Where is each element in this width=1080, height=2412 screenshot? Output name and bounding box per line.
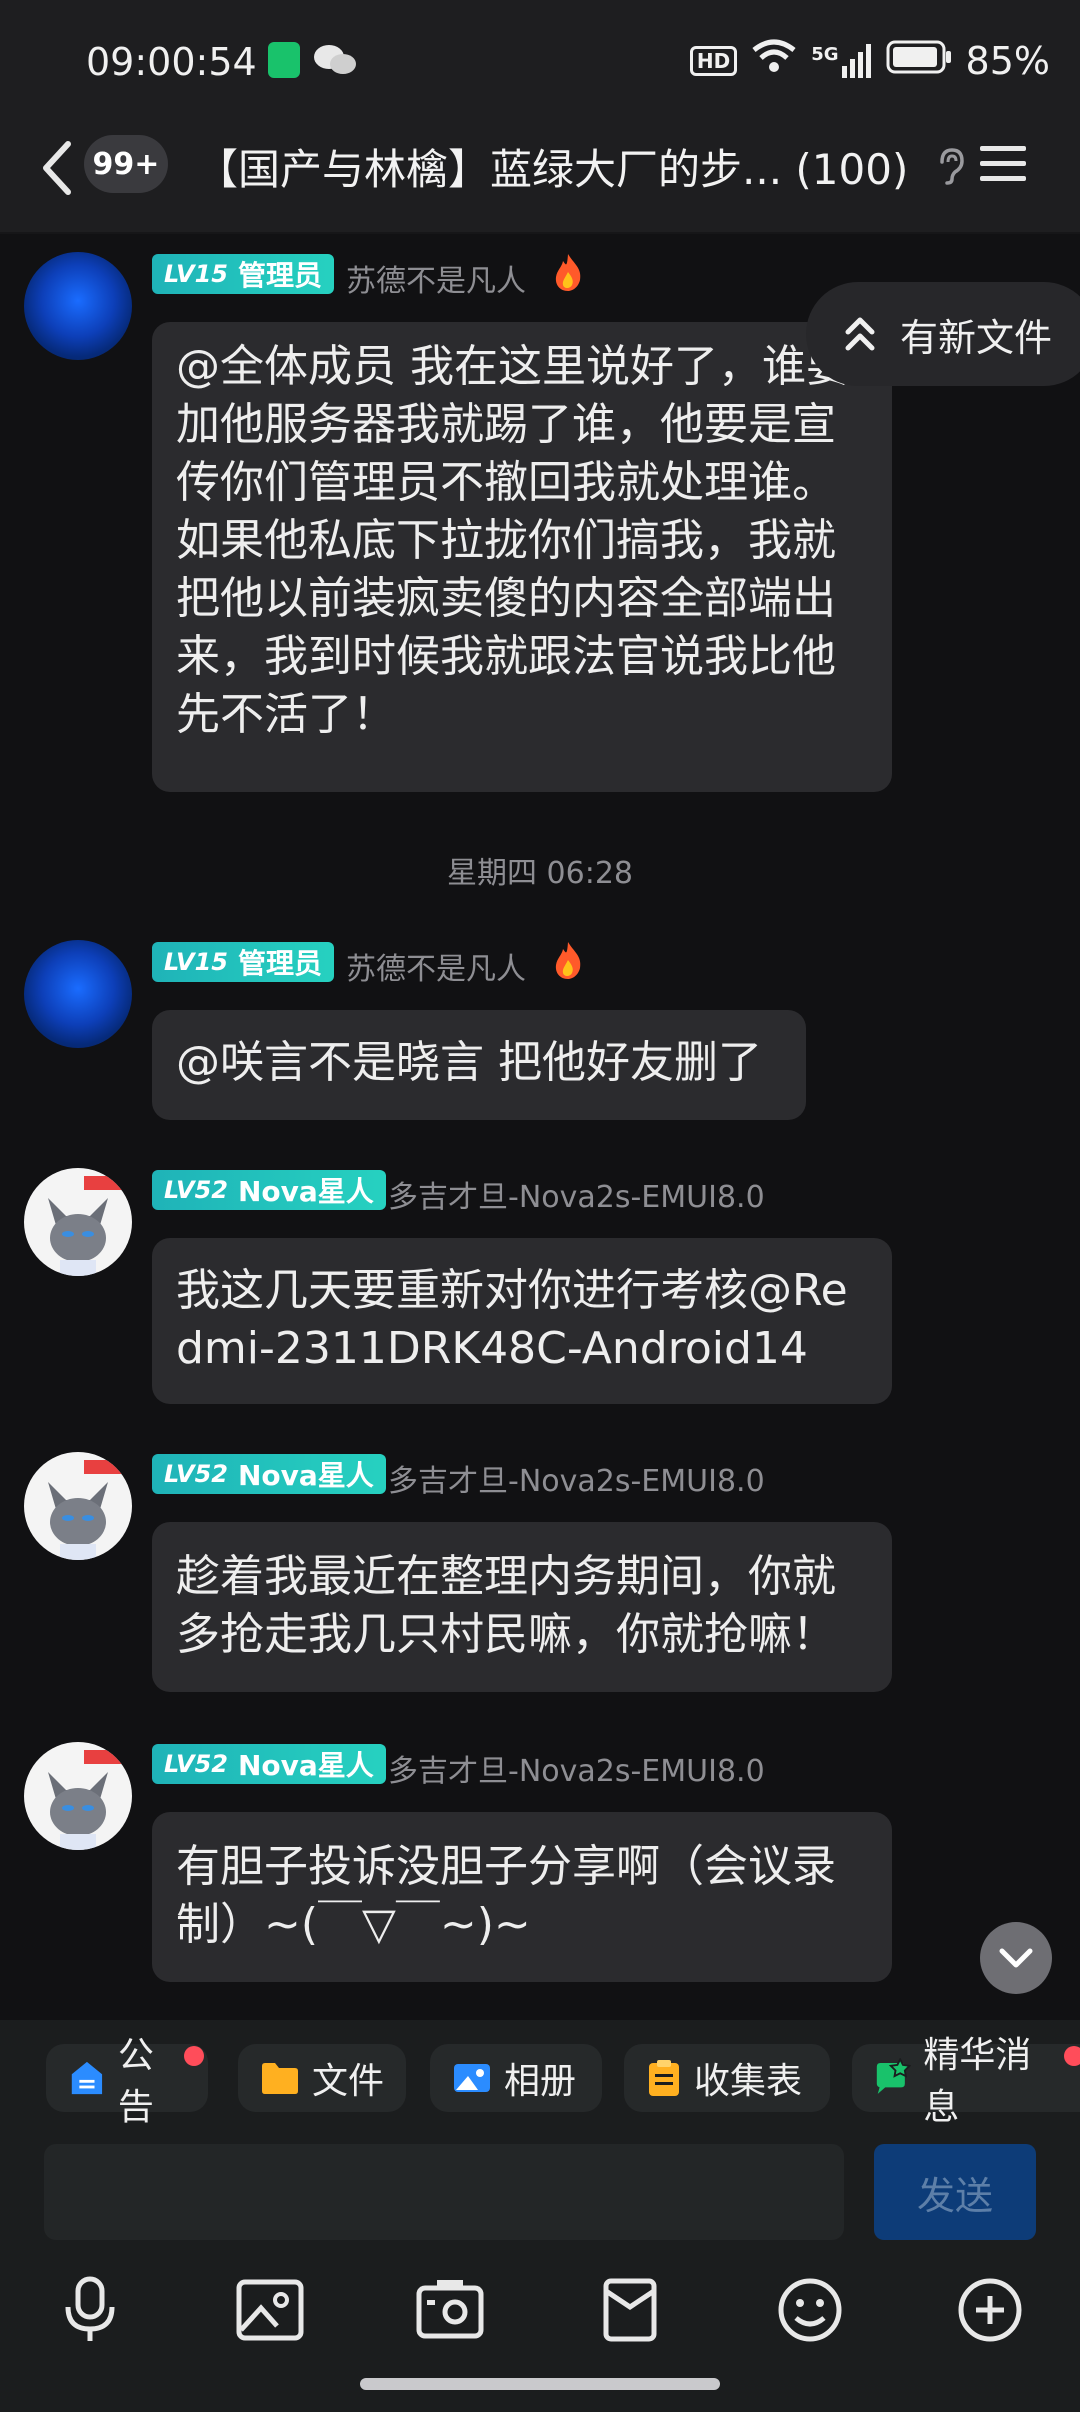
- avatar[interactable]: [24, 1452, 132, 1560]
- avatar[interactable]: [24, 1742, 132, 1850]
- battery-percent: 85%: [965, 38, 1050, 83]
- back-button[interactable]: [36, 138, 80, 198]
- role-text: Nova星人: [237, 1459, 374, 1492]
- role-text: Nova星人: [237, 1749, 374, 1782]
- fire-icon: [550, 940, 586, 984]
- toolbar-album[interactable]: 相册: [430, 2044, 602, 2112]
- role-text: 管理员: [237, 259, 322, 292]
- avatar[interactable]: [24, 252, 132, 360]
- message-bubble[interactable]: 有胆子投诉没胆子分享啊（会议录制）~(￣▽￣~)~: [152, 1812, 892, 1982]
- sender-name[interactable]: 多吉才旦-Nova2s-EMUI8.0: [388, 1746, 765, 1790]
- new-file-notice[interactable]: 有新文件: [806, 282, 1080, 386]
- toolbar-files[interactable]: 文件: [238, 2044, 406, 2112]
- chevron-down-icon: [999, 1948, 1033, 1968]
- message-input[interactable]: [44, 2144, 844, 2240]
- battery-icon: [886, 39, 952, 83]
- featured-message-icon: [876, 2058, 912, 2094]
- unread-count-badge[interactable]: 99+: [84, 135, 168, 193]
- emoji-icon[interactable]: [772, 2272, 848, 2348]
- signal-5g-icon: 5G: [811, 43, 871, 78]
- battery-saver-icon: [268, 42, 300, 78]
- level-badge: LV15 管理员: [152, 942, 334, 982]
- album-icon: [454, 2064, 490, 2092]
- level-badge: LV15 管理员: [152, 254, 334, 294]
- home-indicator: [360, 2378, 720, 2390]
- toolbar-featured[interactable]: 精华消息: [852, 2035, 1080, 2128]
- image-icon[interactable]: [232, 2272, 308, 2348]
- message-bubble[interactable]: 趁着我最近在整理内务期间，你就多抢走我几只村民嘛，你就抢嘛！: [152, 1522, 892, 1692]
- sender-name[interactable]: 苏德不是凡人: [346, 256, 526, 300]
- level-text: LV15: [164, 948, 228, 976]
- double-chevron-up-icon: [845, 317, 875, 351]
- clipboard-icon: [649, 2060, 679, 2096]
- level-text: LV52: [164, 1460, 228, 1488]
- menu-icon[interactable]: [980, 144, 1026, 188]
- message-bubble[interactable]: @咲言不是晓言 把他好友删了: [152, 1010, 806, 1120]
- fire-icon: [550, 252, 586, 296]
- sender-name[interactable]: 多吉才旦-Nova2s-EMUI8.0: [388, 1456, 765, 1500]
- scroll-to-bottom-button[interactable]: [980, 1922, 1052, 1994]
- new-file-label: 有新文件: [900, 315, 1053, 360]
- announcement-icon: [71, 2061, 103, 2095]
- role-text: Nova星人: [237, 1175, 374, 1208]
- cat-avatar-icon: [48, 1176, 124, 1276]
- message-bubble[interactable]: @全体成员 我在这里说好了，谁要加他服务器我就踢了谁，他要是宣传你们管理员不撤回…: [152, 322, 892, 792]
- cat-avatar-icon: [48, 1460, 124, 1560]
- avatar[interactable]: [24, 1168, 132, 1276]
- time-separator: 星期四 06:28: [447, 856, 633, 891]
- files-label: 文件: [312, 2061, 385, 2102]
- toolbar-form[interactable]: 收集表: [624, 2044, 830, 2112]
- role-text: 管理员: [237, 947, 322, 980]
- level-text: LV15: [164, 260, 228, 288]
- status-time: 09:00:54: [86, 40, 257, 84]
- notification-dot: [184, 2046, 204, 2066]
- cat-avatar-icon: [48, 1750, 124, 1850]
- message-bubble[interactable]: 我这几天要重新对你进行考核@Redmi-2311DRK48C-Android14: [152, 1238, 892, 1404]
- level-badge: LV52 Nova星人: [152, 1454, 386, 1494]
- avatar[interactable]: [24, 940, 132, 1048]
- form-label: 收集表: [694, 2061, 803, 2102]
- send-button[interactable]: 发送: [874, 2144, 1036, 2240]
- level-text: LV52: [164, 1176, 228, 1204]
- wifi-icon: [751, 38, 797, 83]
- folder-icon: [262, 2063, 298, 2094]
- announcement-label: 公告: [117, 2035, 154, 2128]
- album-label: 相册: [504, 2061, 577, 2102]
- sender-name[interactable]: 苏德不是凡人: [346, 944, 526, 988]
- level-badge: LV52 Nova星人: [152, 1744, 386, 1784]
- camera-icon[interactable]: [412, 2272, 488, 2348]
- level-text: LV52: [164, 1750, 228, 1778]
- featured-label: 精华消息: [923, 2035, 1032, 2128]
- wechat-icon: [312, 42, 358, 82]
- chat-title[interactable]: 【国产与林檎】蓝绿大厂的步... (100): [196, 136, 926, 197]
- notification-dot: [1064, 2046, 1080, 2066]
- level-badge: LV52 Nova星人: [152, 1170, 386, 1210]
- ear-icon: [936, 146, 966, 190]
- red-packet-icon[interactable]: [592, 2272, 668, 2348]
- sender-name[interactable]: 多吉才旦-Nova2s-EMUI8.0: [388, 1172, 765, 1216]
- hd-icon: HD: [689, 45, 738, 76]
- status-right: HD 5G 85%: [689, 38, 1050, 83]
- plus-icon[interactable]: [952, 2272, 1028, 2348]
- voice-icon[interactable]: [52, 2272, 128, 2348]
